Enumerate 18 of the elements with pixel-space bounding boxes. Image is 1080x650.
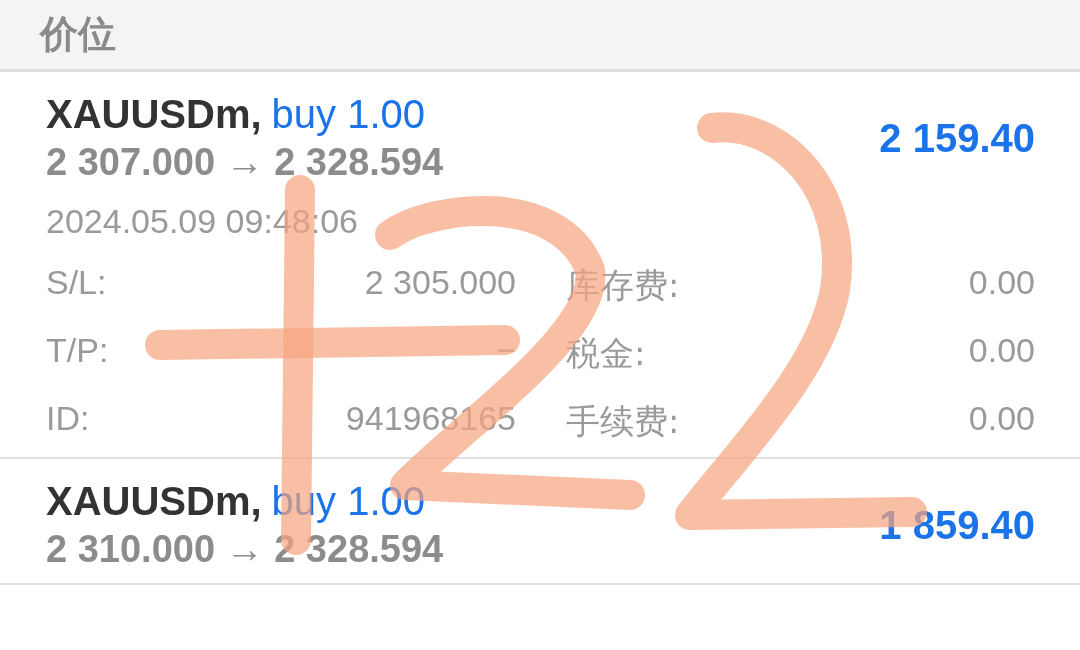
- detail-label: S/L:: [46, 263, 108, 303]
- detail-value: 0.00: [967, 331, 1035, 371]
- profit-value: 1 859.40: [879, 502, 1035, 548]
- detail-value: 2 305.000: [363, 263, 516, 303]
- symbol-name: XAUUSDm,: [46, 479, 262, 524]
- detail-label: T/P:: [46, 331, 110, 371]
- price-range: 2 307.000 → 2 328.594: [46, 141, 444, 184]
- detail-label: 手续费:: [566, 400, 681, 443]
- order-type: buy 1.00: [271, 92, 426, 137]
- detail-label: ID:: [46, 399, 91, 439]
- order-type: buy 1.00: [271, 479, 426, 524]
- profit-value: 2 159.40: [879, 115, 1035, 161]
- header-title: 价位: [40, 11, 116, 58]
- detail-value: −: [495, 331, 516, 371]
- symbol-name: XAUUSDm,: [46, 92, 262, 137]
- detail-label: 税金:: [566, 332, 647, 375]
- detail-value: 0.00: [967, 263, 1035, 303]
- detail-value: 0.00: [967, 399, 1035, 439]
